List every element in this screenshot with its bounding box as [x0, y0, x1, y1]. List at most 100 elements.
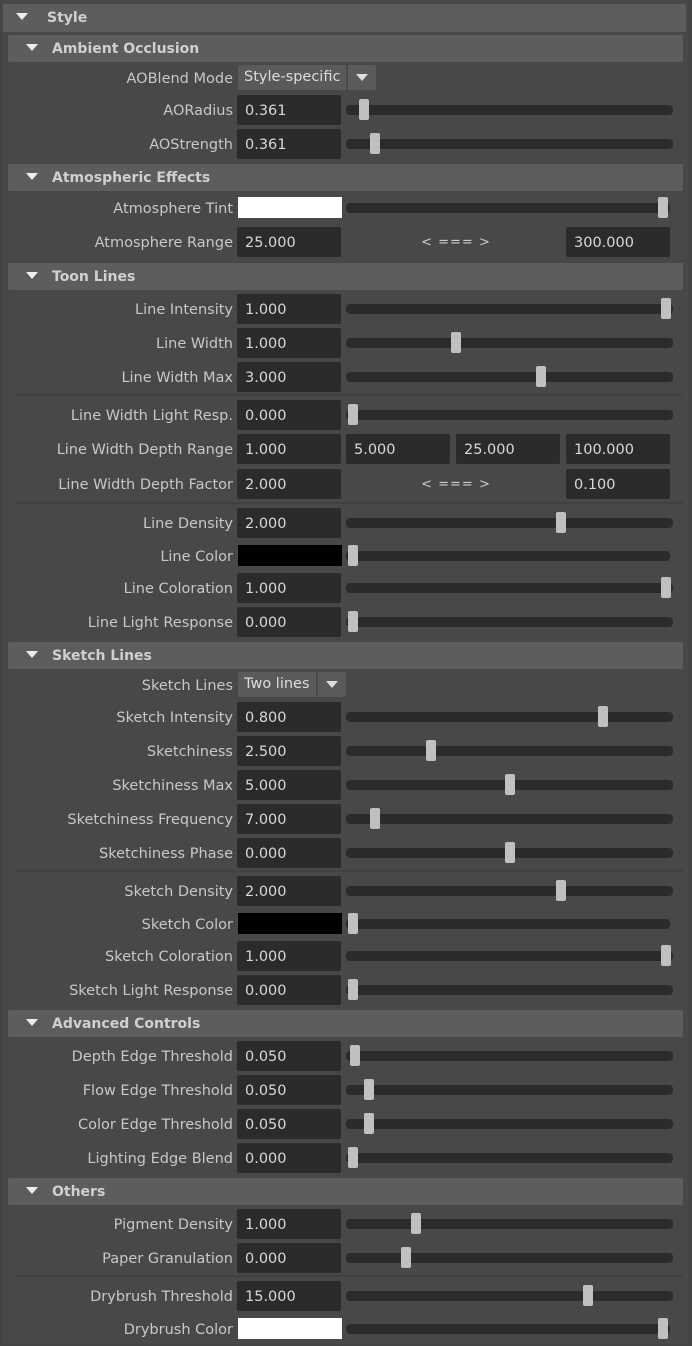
aoradius-field[interactable]: 0.361 [237, 95, 341, 125]
sketch-density-slider[interactable] [346, 880, 673, 901]
slider-thumb[interactable] [582, 1285, 593, 1306]
depth-edge-threshold-slider[interactable] [346, 1045, 673, 1066]
ambient-occlusion-header[interactable]: Ambient Occlusion [8, 35, 683, 62]
advanced-controls-header[interactable]: Advanced Controls [8, 1010, 683, 1037]
collapse-triangle-icon[interactable] [16, 13, 28, 20]
slider-thumb[interactable] [598, 706, 609, 727]
slider-thumb[interactable] [556, 512, 567, 533]
slider-thumb[interactable] [410, 1213, 421, 1234]
line-density-field[interactable]: 2.000 [237, 508, 341, 538]
sketchiness-field[interactable]: 2.500 [237, 736, 341, 766]
atmosphere-range-max-field[interactable]: 300.000 [566, 227, 670, 257]
sketchiness-phase-field[interactable]: 0.000 [237, 838, 341, 868]
color-edge-threshold-slider[interactable] [346, 1113, 673, 1134]
slider-thumb[interactable] [348, 545, 358, 566]
slider-thumb[interactable] [661, 577, 671, 598]
depth-range-field-1[interactable]: 1.000 [237, 434, 341, 464]
slider-thumb[interactable] [535, 366, 546, 387]
lighting-edge-blend-field[interactable]: 0.000 [237, 1143, 341, 1173]
depth-range-field-4[interactable]: 100.000 [566, 434, 670, 464]
toon-lines-header[interactable]: Toon Lines [8, 263, 683, 290]
drybrush-color-slider[interactable] [346, 1318, 670, 1339]
sketch-light-response-field[interactable]: 0.000 [237, 975, 341, 1005]
sketchiness-frequency-slider[interactable] [346, 808, 673, 829]
sketch-color-swatch[interactable] [238, 913, 342, 934]
slider-thumb[interactable] [451, 332, 462, 353]
flow-edge-threshold-slider[interactable] [346, 1079, 673, 1100]
color-edge-threshold-field[interactable]: 0.050 [237, 1109, 341, 1139]
slider-thumb[interactable] [426, 740, 437, 761]
depth-factor-min-field[interactable]: 2.000 [237, 469, 341, 499]
flow-edge-threshold-field[interactable]: 0.050 [237, 1075, 341, 1105]
lighting-edge-blend-slider[interactable] [346, 1147, 673, 1168]
line-width-max-field[interactable]: 3.000 [237, 362, 341, 392]
atmospheric-effects-header[interactable]: Atmospheric Effects [8, 164, 683, 191]
line-light-response-field[interactable]: 0.000 [237, 607, 341, 637]
line-width-light-resp-slider[interactable] [346, 404, 673, 425]
slider-thumb[interactable] [661, 945, 671, 966]
slider-thumb[interactable] [349, 1045, 360, 1066]
line-intensity-field[interactable]: 1.000 [237, 294, 341, 324]
slider-thumb[interactable] [363, 1113, 374, 1134]
collapse-triangle-icon[interactable] [26, 173, 38, 180]
slider-thumb[interactable] [348, 611, 358, 632]
slider-thumb[interactable] [658, 197, 668, 218]
sketchiness-frequency-field[interactable]: 7.000 [237, 804, 341, 834]
sketchiness-phase-slider[interactable] [346, 842, 673, 863]
line-light-response-slider[interactable] [346, 611, 673, 632]
depth-range-field-2[interactable]: 5.000 [346, 434, 450, 464]
paper-granulation-slider[interactable] [346, 1247, 673, 1268]
depth-range-field-3[interactable]: 25.000 [456, 434, 560, 464]
sketch-lines-dropdown[interactable]: Two lines [238, 672, 346, 697]
slider-thumb[interactable] [369, 133, 380, 154]
pigment-density-slider[interactable] [346, 1213, 673, 1234]
aoblend-mode-value[interactable]: Style-specific [238, 65, 347, 90]
slider-thumb[interactable] [556, 880, 567, 901]
drybrush-threshold-slider[interactable] [346, 1285, 673, 1306]
style-section-header[interactable]: Style [3, 4, 686, 32]
slider-thumb[interactable] [363, 1079, 374, 1100]
sketchiness-max-field[interactable]: 5.000 [237, 770, 341, 800]
aoradius-slider[interactable] [346, 99, 673, 120]
line-density-slider[interactable] [346, 512, 673, 533]
sketch-color-slider[interactable] [346, 913, 670, 934]
line-width-light-resp-field[interactable]: 0.000 [237, 400, 341, 430]
line-color-slider[interactable] [346, 545, 670, 566]
collapse-triangle-icon[interactable] [26, 1019, 38, 1026]
atmosphere-range-min-field[interactable]: 25.000 [237, 227, 341, 257]
atmosphere-tint-swatch[interactable] [238, 197, 342, 218]
aostrength-field[interactable]: 0.361 [237, 129, 341, 159]
dropdown-button[interactable] [348, 65, 377, 90]
collapse-triangle-icon[interactable] [26, 272, 38, 279]
sketch-coloration-field[interactable]: 1.000 [237, 941, 341, 971]
line-width-slider[interactable] [346, 332, 673, 353]
others-header[interactable]: Others [8, 1178, 683, 1205]
atmosphere-tint-slider[interactable] [346, 197, 670, 218]
sketch-lines-value[interactable]: Two lines [238, 672, 316, 697]
dropdown-button[interactable] [317, 672, 346, 697]
collapse-triangle-icon[interactable] [26, 44, 38, 51]
drybrush-color-swatch[interactable] [238, 1318, 342, 1339]
slider-thumb[interactable] [401, 1247, 412, 1268]
pigment-density-field[interactable]: 1.000 [237, 1209, 341, 1239]
slider-thumb[interactable] [658, 1318, 668, 1339]
depth-factor-max-field[interactable]: 0.100 [566, 469, 670, 499]
slider-thumb[interactable] [348, 979, 358, 1000]
line-coloration-field[interactable]: 1.000 [237, 573, 341, 603]
aostrength-slider[interactable] [346, 133, 673, 154]
slider-thumb[interactable] [348, 1147, 358, 1168]
sketchiness-max-slider[interactable] [346, 774, 673, 795]
slider-thumb[interactable] [504, 774, 515, 795]
sketch-coloration-slider[interactable] [346, 945, 673, 966]
sketch-lines-header[interactable]: Sketch Lines [8, 642, 683, 669]
sketch-light-response-slider[interactable] [346, 979, 673, 1000]
collapse-triangle-icon[interactable] [26, 651, 38, 658]
sketch-intensity-field[interactable]: 0.800 [237, 702, 341, 732]
slider-thumb[interactable] [348, 404, 358, 425]
collapse-triangle-icon[interactable] [26, 1187, 38, 1194]
sketch-intensity-slider[interactable] [346, 706, 673, 727]
line-coloration-slider[interactable] [346, 577, 673, 598]
sketchiness-slider[interactable] [346, 740, 673, 761]
line-color-swatch[interactable] [238, 545, 342, 566]
aoblend-mode-dropdown[interactable]: Style-specific [238, 65, 377, 90]
